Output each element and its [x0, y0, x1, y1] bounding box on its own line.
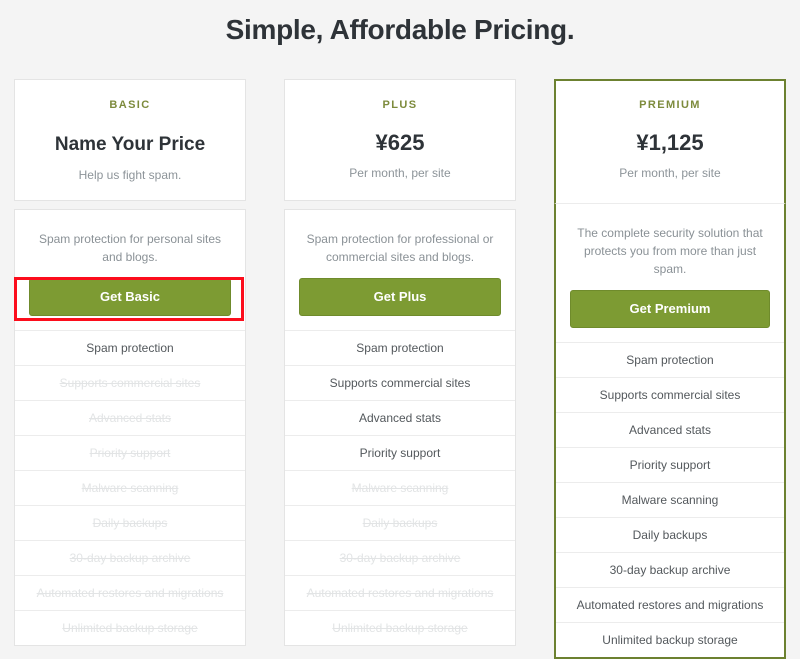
feature-item: 30-day backup archive — [15, 541, 245, 576]
plan-price: ¥1,125 — [636, 130, 704, 155]
feature-item: Advanced stats — [15, 401, 245, 436]
feature-item: Daily backups — [285, 506, 515, 541]
plan-cta-wrap: Get Plus — [285, 266, 515, 331]
feature-item: Unlimited backup storage — [62, 621, 198, 635]
feature-item: Priority support — [15, 436, 245, 471]
feature-item: Automated restores and migrations — [556, 588, 784, 623]
feature-item: Automated restores and migrations — [15, 576, 245, 611]
feature-item: Unlimited backup storage — [602, 633, 738, 647]
plan-price: Name Your Price — [54, 134, 206, 155]
feature-item: Spam protection — [285, 331, 515, 366]
plan-name: BASIC — [109, 99, 151, 111]
plan-cta-button[interactable]: Get Plus — [299, 278, 501, 316]
feature-item: Malware scanning — [556, 483, 784, 518]
plan-cta-wrap: Get Basic — [15, 266, 245, 331]
feature-item: Daily backups — [15, 506, 245, 541]
page-title: Simple, Affordable Pricing. — [225, 14, 575, 45]
feature-item: 30-day backup archive — [556, 553, 784, 588]
plan-cta-wrap: Get Premium — [556, 278, 784, 343]
feature-item: Priority support — [556, 448, 784, 483]
plan-name: PLUS — [382, 99, 418, 111]
plan-price: ¥625 — [375, 130, 425, 155]
plan-header: BASIC Name Your Price Help us fight spam. — [14, 79, 246, 201]
feature-item: Malware scanning — [285, 471, 515, 506]
plan-cta-button[interactable]: Get Basic — [29, 278, 231, 316]
feature-item: 30-day backup archive — [285, 541, 515, 576]
plan-feature-list: Spam protection Supports commercial sites… — [556, 343, 784, 657]
plan-period: Per month, per site — [619, 166, 721, 180]
feature-item: Automated restores and migrations — [285, 576, 515, 611]
feature-item: Supports commercial sites — [15, 366, 245, 401]
plan-name: PREMIUM — [639, 99, 701, 111]
feature-item: Advanced stats — [285, 401, 515, 436]
plan-body: The complete security solution that prot… — [554, 203, 786, 659]
plan-body: Spam protection for professional or comm… — [284, 209, 516, 646]
feature-item: Supports commercial sites — [285, 366, 515, 401]
plan-header: PREMIUM ¥1,125 Per month, per site — [554, 79, 786, 203]
plan-description: The complete security solution that prot… — [577, 226, 763, 276]
plan-body: Spam protection for personal sites and b… — [14, 209, 246, 646]
pricing-plans-row: BASIC Name Your Price Help us fight spam. S… — [14, 79, 786, 659]
plan-feature-list: Spam protection Supports commercial sites… — [285, 331, 515, 645]
plan-period: Per month, per site — [349, 166, 451, 180]
plan-feature-list: Spam protection Supports commercial sites… — [15, 331, 245, 645]
feature-item: Spam protection — [15, 331, 245, 366]
plan-card-premium: PREMIUM ¥1,125 Per month, per site The comp… — [554, 79, 786, 659]
feature-item: Supports commercial sites — [556, 378, 784, 413]
feature-item: Priority support — [285, 436, 515, 471]
feature-item: Malware scanning — [15, 471, 245, 506]
plan-description: Spam protection for professional or comm… — [306, 232, 494, 264]
feature-item: Advanced stats — [556, 413, 784, 448]
feature-item: Daily backups — [556, 518, 784, 553]
plan-period: Help us fight spam. — [78, 168, 182, 182]
plan-card-basic: BASIC Name Your Price Help us fight spam. S… — [14, 79, 246, 646]
plan-header: PLUS ¥625 Per month, per site — [284, 79, 516, 201]
feature-item: Spam protection — [556, 343, 784, 378]
plan-card-plus: PLUS ¥625 Per month, per site Spam protecti… — [284, 79, 516, 646]
feature-item: Unlimited backup storage — [332, 621, 468, 635]
plan-description: Spam protection for personal sites and b… — [38, 232, 222, 264]
plan-cta-button[interactable]: Get Premium — [570, 290, 770, 328]
